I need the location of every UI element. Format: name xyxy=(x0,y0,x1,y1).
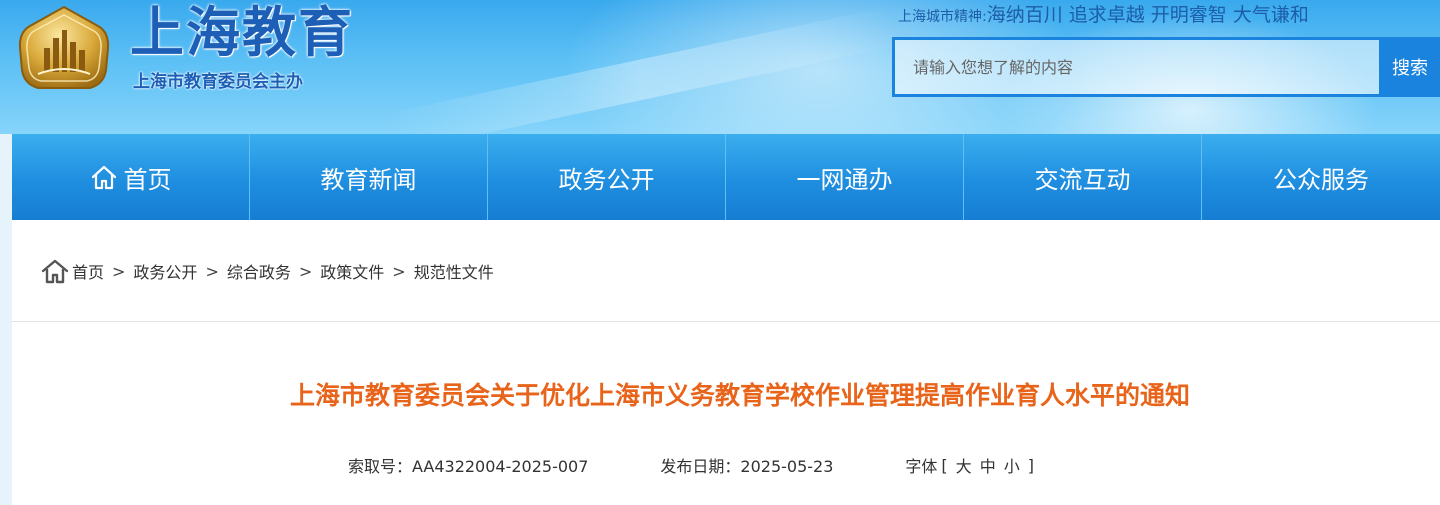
breadcrumb-government-affairs[interactable]: 政务公开 xyxy=(133,259,197,283)
font-size-bracket: [ xyxy=(941,455,948,475)
nav-item-interaction[interactable]: 交流互动 xyxy=(964,134,1202,220)
site-subtitle: 上海市教育委员会主办 xyxy=(133,72,303,92)
nav-item-label: 一网通办 xyxy=(796,165,893,194)
article-title: 上海市教育委员会关于优化上海市义务教育学校作业管理提高作业育人水平的通知 xyxy=(289,381,1190,410)
slogan-label: 上海城市精神: xyxy=(898,9,987,25)
search-button[interactable]: 搜索 xyxy=(1382,37,1440,97)
search-box xyxy=(892,37,1382,97)
content-panel: 首页 > 政务公开 > 综合政务 > 政策文件 > 规范性文件 上海市教育委员会… xyxy=(12,220,1440,505)
nav-item-one-stop-service[interactable]: 一网通办 xyxy=(726,134,964,220)
publish-date: 发布日期：2025-05-23 xyxy=(660,457,834,476)
nav-item-label: 政务公开 xyxy=(558,165,655,194)
breadcrumb-separator: > xyxy=(205,261,219,281)
site-header: 上海教育 上海市教育委员会主办 上海城市精神:海纳百川 追求卓越 开明睿智 大气… xyxy=(0,0,1440,134)
breadcrumb-separator: > xyxy=(112,261,126,281)
nav-item-home[interactable]: 首页 xyxy=(12,134,250,220)
breadcrumb-general-affairs[interactable]: 综合政务 xyxy=(227,259,291,283)
home-icon xyxy=(90,164,118,190)
search-input[interactable] xyxy=(895,40,1379,94)
breadcrumb-policy-documents[interactable]: 政策文件 xyxy=(320,259,384,283)
article-meta: 索取号：AA4322004-2025-007 发布日期：2025-05-23 字… xyxy=(348,453,1038,477)
font-size-medium-button[interactable]: 中 xyxy=(980,453,996,477)
nav-item-label: 公众服务 xyxy=(1273,165,1369,194)
home-icon xyxy=(40,258,70,284)
nav-item-label: 交流互动 xyxy=(1034,165,1131,194)
main-nav: 首页 教育新闻 政务公开 一网通办 交流互动 公众服务 xyxy=(12,134,1440,220)
site-logo-icon[interactable] xyxy=(16,4,112,94)
nav-item-label: 首页 xyxy=(123,165,172,194)
font-size-label: 字体 xyxy=(905,457,938,476)
breadcrumb-separator: > xyxy=(298,261,313,281)
site-title[interactable]: 上海教育 xyxy=(130,2,354,64)
breadcrumb-home[interactable]: 首页 xyxy=(72,259,104,283)
index-number: 索取号：AA4322004-2025-007 xyxy=(348,457,589,476)
nav-item-public-service[interactable]: 公众服务 xyxy=(1202,134,1440,220)
nav-item-government-affairs[interactable]: 政务公开 xyxy=(488,134,726,220)
breadcrumb-separator: > xyxy=(392,261,406,281)
city-slogan: 上海城市精神:海纳百川 追求卓越 开明睿智 大气谦和 xyxy=(898,2,1309,28)
divider xyxy=(12,321,1440,322)
font-size-bracket: ] xyxy=(1027,455,1034,475)
page-left-margin xyxy=(0,134,12,505)
font-size-large-button[interactable]: 大 xyxy=(956,453,972,477)
nav-item-label: 教育新闻 xyxy=(320,165,417,194)
font-size-small-button[interactable]: 小 xyxy=(1004,453,1020,477)
slogan-text: 海纳百川 追求卓越 开明睿智 大气谦和 xyxy=(986,4,1309,26)
font-size-switcher: 字体 [ 大 中 小 ] xyxy=(905,453,1038,477)
breadcrumb-normative-documents[interactable]: 规范性文件 xyxy=(414,259,494,283)
breadcrumb: 首页 > 政务公开 > 综合政务 > 政策文件 > 规范性文件 xyxy=(40,258,494,284)
nav-item-education-news[interactable]: 教育新闻 xyxy=(250,134,488,220)
